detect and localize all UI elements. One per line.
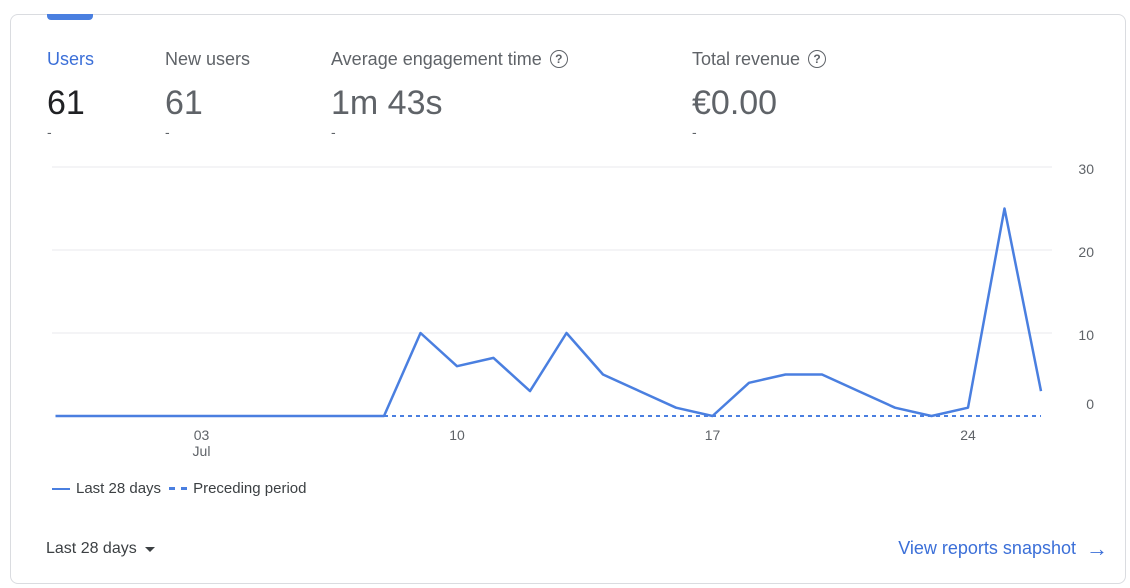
dashed-line-swatch: [169, 487, 188, 490]
solid-line-swatch: [52, 487, 70, 490]
y-tick-label: 30: [1078, 161, 1094, 177]
view-link-label: View reports snapshot: [898, 538, 1076, 558]
legend-label: Last 28 days: [76, 480, 162, 497]
x-tick-label: 03: [194, 427, 210, 443]
legend-item-last-28-days[interactable]: Last 28 days: [52, 480, 161, 497]
x-tick-label: 10: [449, 427, 465, 443]
y-tick-label: 10: [1078, 327, 1094, 343]
x-tick-sublabel: Jul: [193, 443, 211, 459]
users-line-chart: 0 10 20 30 03Jul 10 17 24: [52, 161, 1094, 459]
arrow-right-icon: →: [1086, 535, 1108, 561]
series-line-last-28-days: [55, 207, 1043, 418]
caret-down-icon: [144, 546, 155, 552]
y-tick-label: 0: [1086, 396, 1094, 412]
x-tick-label: 17: [705, 427, 721, 443]
y-tick-label: 20: [1078, 244, 1094, 260]
legend-item-preceding-period[interactable]: Preceding period: [169, 480, 306, 497]
date-range-label: Last 28 days: [46, 540, 137, 557]
x-tick-label: 24: [960, 427, 976, 443]
chart-legend: Last 28 days Preceding period: [52, 480, 306, 497]
legend-label: Preceding period: [193, 480, 307, 497]
date-range-dropdown[interactable]: Last 28 days: [46, 540, 155, 558]
view-reports-snapshot-link[interactable]: View reports snapshot →: [898, 535, 1108, 561]
